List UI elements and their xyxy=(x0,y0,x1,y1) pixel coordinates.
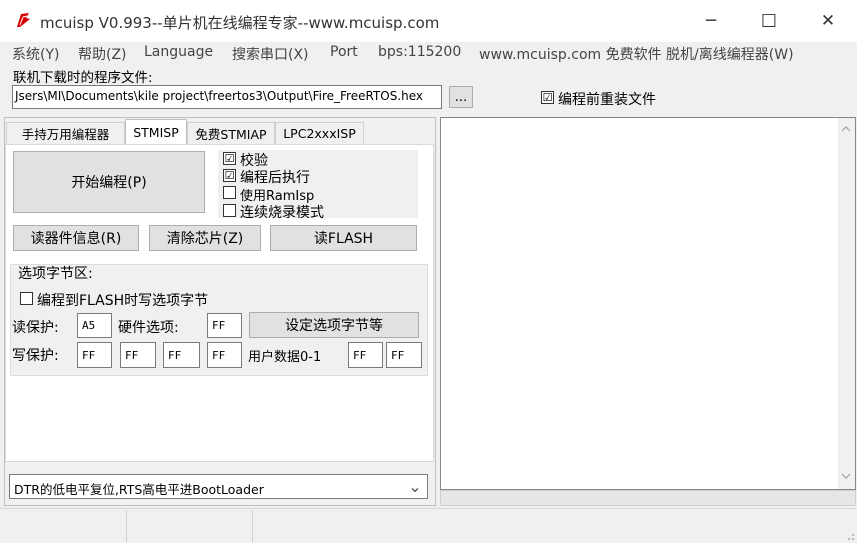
menu-language[interactable]: Language xyxy=(144,44,213,60)
read-info-button[interactable]: 读器件信息(R) xyxy=(13,225,139,251)
menu-help[interactable]: 帮助(Z) xyxy=(78,44,127,64)
ramisp-checkbox[interactable] xyxy=(223,186,236,199)
user-data-input-0[interactable]: FF xyxy=(348,342,383,368)
status-divider xyxy=(126,510,127,542)
menu-website[interactable]: www.mcuisp.com 免费软件 脱机/离线编程器(W) xyxy=(479,44,794,64)
continuous-checkbox[interactable] xyxy=(223,204,236,217)
tab-stmisp[interactable]: STMISP xyxy=(125,119,187,145)
menu-baudrate[interactable]: bps:115200 xyxy=(378,44,461,60)
hw-option-input[interactable]: FF xyxy=(207,313,242,338)
scroll-up-icon[interactable] xyxy=(840,124,852,134)
run-after-label: 编程后执行 xyxy=(240,170,310,186)
menu-port[interactable]: Port xyxy=(330,44,358,60)
maximize-button[interactable]: ☐ xyxy=(746,0,792,42)
reload-checkbox[interactable]: ☑ xyxy=(541,91,554,104)
scroll-down-icon[interactable] xyxy=(840,471,852,481)
hw-option-label: 硬件选项: xyxy=(118,320,179,336)
reset-mode-select[interactable]: DTR的低电平复位,RTS高电平进BootLoader xyxy=(9,474,428,499)
program-file-label: 联机下载时的程序文件: xyxy=(13,70,153,86)
continuous-label: 连续烧录模式 xyxy=(240,205,324,221)
tab-lpc[interactable]: LPC2xxxISP xyxy=(275,122,364,144)
menu-search-port[interactable]: 搜索串口(X) xyxy=(232,44,309,64)
user-data-label: 用户数据0-1 xyxy=(248,350,322,365)
menu-system[interactable]: 系统(Y) xyxy=(12,44,59,64)
write-protect-label: 写保护: xyxy=(12,348,59,364)
minimize-button[interactable]: ─ xyxy=(688,0,734,42)
start-programming-button[interactable]: 开始编程(P) xyxy=(13,151,205,213)
user-data-input-1[interactable]: FF xyxy=(386,342,422,368)
window-title: mcuisp V0.993--单片机在线编程专家--www.mcuisp.com xyxy=(40,14,440,32)
read-protect-input[interactable]: A5 xyxy=(77,313,112,338)
browse-button[interactable]: ... xyxy=(449,86,473,108)
run-after-checkbox[interactable]: ☑ xyxy=(223,169,236,182)
read-flash-button[interactable]: 读FLASH xyxy=(270,225,417,251)
write-protect-input-1[interactable]: FF xyxy=(120,342,156,368)
tab-handheld[interactable]: 手持万用编程器 xyxy=(6,122,125,144)
write-option-checkbox[interactable] xyxy=(20,292,33,305)
write-protect-input-2[interactable]: FF xyxy=(163,342,200,368)
set-option-bytes-button[interactable]: 设定选项字节等 xyxy=(249,312,419,338)
option-bytes-title: 选项字节区: xyxy=(18,266,93,282)
program-file-path[interactable]: Jsers\MI\Documents\kile project\freertos… xyxy=(12,85,442,109)
read-protect-label: 读保护: xyxy=(12,320,59,336)
app-logo-icon xyxy=(17,13,30,27)
write-protect-input-3[interactable]: FF xyxy=(207,342,242,368)
progress-bar xyxy=(440,490,856,506)
write-option-label: 编程到FLASH时写选项字节 xyxy=(37,293,209,309)
verify-checkbox[interactable]: ☑ xyxy=(223,152,236,165)
status-bar xyxy=(0,508,857,543)
tab-stmiap[interactable]: 免费STMIAP xyxy=(187,122,275,144)
resize-grip-icon[interactable] xyxy=(843,529,855,541)
erase-chip-button[interactable]: 清除芯片(Z) xyxy=(149,225,261,251)
close-button[interactable]: ✕ xyxy=(805,0,851,42)
log-output[interactable] xyxy=(440,117,856,490)
status-divider xyxy=(252,510,253,542)
log-scrollbar[interactable] xyxy=(838,118,855,489)
chevron-down-icon[interactable]: ⌄ xyxy=(404,474,426,498)
reload-label: 编程前重装文件 xyxy=(558,92,656,108)
write-protect-input-0[interactable]: FF xyxy=(77,342,112,368)
reset-mode-value: DTR的低电平复位,RTS高电平进BootLoader xyxy=(14,482,264,497)
